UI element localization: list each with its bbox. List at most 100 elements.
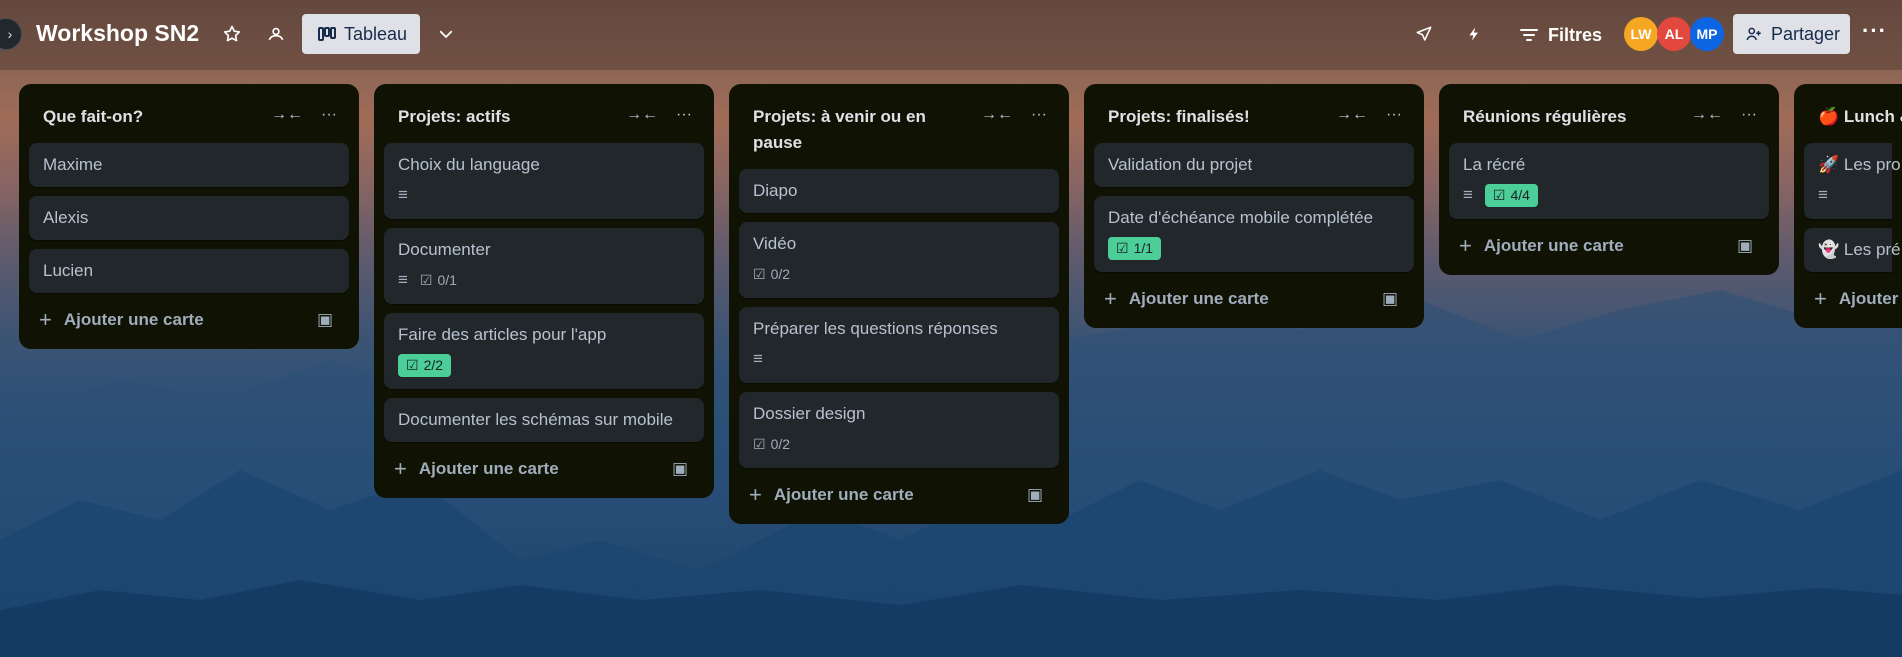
sidebar-toggle-button[interactable]: ›	[0, 18, 22, 50]
plus-icon: +	[749, 482, 762, 507]
list-title[interactable]: Que fait-on?	[43, 104, 143, 130]
list-item[interactable]: Documenter ≡ ☑ 0/1	[384, 228, 704, 304]
list-lunch: 🍎 Lunch & 🚀 Les pro ≡ 👻 Les pré + Ajouter…	[1794, 84, 1902, 328]
list-que-fait-on: Que fait-on? →← ··· Maxime Alexis Lucien…	[19, 84, 359, 349]
list-title[interactable]: Projets: actifs	[398, 104, 510, 130]
chevron-right-icon: ›	[7, 26, 13, 42]
avatar[interactable]: MP	[1690, 17, 1724, 51]
collapse-list-icon[interactable]: →←	[1336, 106, 1368, 124]
collapse-list-icon[interactable]: →←	[981, 106, 1013, 124]
add-card-button[interactable]: + Ajouter une carte ▣	[1094, 272, 1414, 318]
checklist-badge: ☑ 0/2	[753, 436, 790, 453]
card-template-icon[interactable]: ▣	[1382, 289, 1398, 309]
avatar[interactable]: AL	[1657, 17, 1691, 51]
add-card-button[interactable]: + Ajouter une carte ▣	[739, 468, 1059, 514]
card-template-icon[interactable]: ▣	[1027, 485, 1043, 505]
collapse-list-icon[interactable]: →←	[271, 106, 303, 124]
add-card-label: Ajouter une carte	[1838, 289, 1902, 308]
add-card-label: Ajouter une carte	[1128, 289, 1269, 308]
card-template-icon[interactable]: ▣	[1737, 236, 1753, 256]
power-ups-button[interactable]	[1410, 20, 1438, 48]
lightning-icon	[1469, 27, 1478, 41]
checklist-badge: ☑ 4/4	[1484, 183, 1538, 207]
board-header: › Workshop SN2 Tableau Filtres LW AL MP …	[0, 0, 1902, 70]
list-item[interactable]: Lucien	[29, 249, 349, 293]
checklist-icon: ☑	[419, 271, 433, 288]
list-item[interactable]: Dossier design ☑ 0/2	[739, 392, 1059, 468]
star-button[interactable]	[218, 20, 246, 48]
chevron-down-icon	[439, 30, 453, 39]
automation-button[interactable]	[1460, 20, 1488, 48]
plus-icon: +	[1104, 286, 1117, 311]
description-icon: ≡	[1463, 185, 1473, 204]
collapse-list-icon[interactable]: →←	[626, 106, 658, 124]
checklist-icon: ☑	[753, 435, 766, 452]
share-button[interactable]: Partager	[1733, 14, 1850, 54]
list-item[interactable]: Diapo	[739, 169, 1059, 213]
list-title[interactable]: Projets: finalisés!	[1108, 104, 1250, 130]
view-switcher-button[interactable]	[432, 20, 460, 48]
card-title: 🚀 Les pro	[1818, 155, 1901, 174]
star-icon	[223, 25, 241, 42]
list-item[interactable]: Choix du language ≡	[384, 143, 704, 219]
more-options-icon[interactable]: ···	[1031, 106, 1047, 124]
list-item[interactable]: 👻 Les pré	[1804, 228, 1901, 272]
more-options-icon[interactable]: ···	[321, 106, 337, 124]
checklist-badge: ☑ 1/1	[1108, 236, 1162, 260]
checklist-count: 1/1	[1133, 240, 1154, 256]
add-card-label: Ajouter une carte	[1483, 236, 1624, 255]
description-icon: ≡	[1818, 185, 1828, 204]
list-item[interactable]: Documenter les schémas sur mobile	[384, 398, 704, 442]
list-item[interactable]: Vidéo ☑ 0/2	[739, 222, 1059, 298]
card-title: La récré	[1463, 155, 1526, 174]
card-template-icon[interactable]: ▣	[317, 310, 333, 330]
card-title: 👻 Les pré	[1818, 240, 1901, 259]
list-header: Que fait-on? →← ···	[29, 92, 349, 134]
card-title: Préparer les questions réponses	[753, 319, 998, 338]
avatar-initials: AL	[1664, 26, 1684, 42]
list-title[interactable]: 🍎 Lunch &	[1818, 104, 1902, 130]
list-header: Réunions régulières →← ···	[1449, 92, 1769, 134]
list-item[interactable]: Date d'échéance mobile complétée ☑ 1/1	[1094, 196, 1414, 272]
more-options-icon[interactable]: ···	[1386, 106, 1402, 124]
list-item[interactable]: Alexis	[29, 196, 349, 240]
checklist-count: 0/2	[770, 436, 791, 452]
list-header: Projets: actifs →← ···	[384, 92, 704, 134]
list-projets-a-venir: Projets: à venir ou en pause →← ··· Diap…	[729, 84, 1069, 524]
list-item[interactable]: Préparer les questions réponses ≡	[739, 307, 1059, 383]
card-template-icon[interactable]: ▣	[672, 459, 688, 479]
rocket-icon	[1416, 26, 1432, 41]
add-card-label: Ajouter une carte	[418, 459, 559, 478]
avatar-initials: MP	[1696, 26, 1718, 42]
share-label: Partager	[1771, 23, 1841, 44]
list-title[interactable]: Projets: à venir ou en pause	[753, 104, 973, 156]
add-card-button[interactable]: + Ajouter une carte	[1804, 272, 1902, 318]
list-title[interactable]: Réunions régulières	[1463, 104, 1626, 130]
avatar-initials: LW	[1630, 26, 1652, 42]
board-menu-button[interactable]: ···	[1862, 18, 1887, 44]
filters-button[interactable]: Filtres	[1520, 20, 1602, 50]
add-card-button[interactable]: + Ajouter une carte ▣	[384, 442, 704, 488]
add-card-button[interactable]: + Ajouter une carte ▣	[1449, 219, 1769, 265]
add-card-button[interactable]: + Ajouter une carte ▣	[29, 293, 349, 339]
visibility-button[interactable]	[262, 20, 290, 48]
more-options-icon[interactable]: ···	[1741, 106, 1757, 124]
add-member-icon	[1746, 27, 1761, 41]
description-icon: ≡	[753, 349, 763, 368]
list-item[interactable]: La récré ≡ ☑ 4/4	[1449, 143, 1769, 219]
description-icon: ≡	[398, 185, 408, 204]
board-title[interactable]: Workshop SN2	[36, 20, 199, 47]
plus-icon: +	[394, 456, 407, 481]
card-title: Maxime	[43, 155, 103, 174]
card-title: Lucien	[43, 261, 94, 280]
list-item[interactable]: Faire des articles pour l'app ☑ 2/2	[384, 313, 704, 389]
avatar[interactable]: LW	[1624, 17, 1658, 51]
add-card-label: Ajouter une carte	[773, 485, 914, 504]
team-visibility-icon	[268, 27, 284, 41]
board-view-button[interactable]: Tableau	[302, 14, 420, 54]
collapse-list-icon[interactable]: →←	[1691, 106, 1723, 124]
more-options-icon[interactable]: ···	[676, 106, 692, 124]
list-item[interactable]: 🚀 Les pro ≡	[1804, 143, 1901, 219]
list-item[interactable]: Maxime	[29, 143, 349, 187]
list-item[interactable]: Validation du projet	[1094, 143, 1414, 187]
